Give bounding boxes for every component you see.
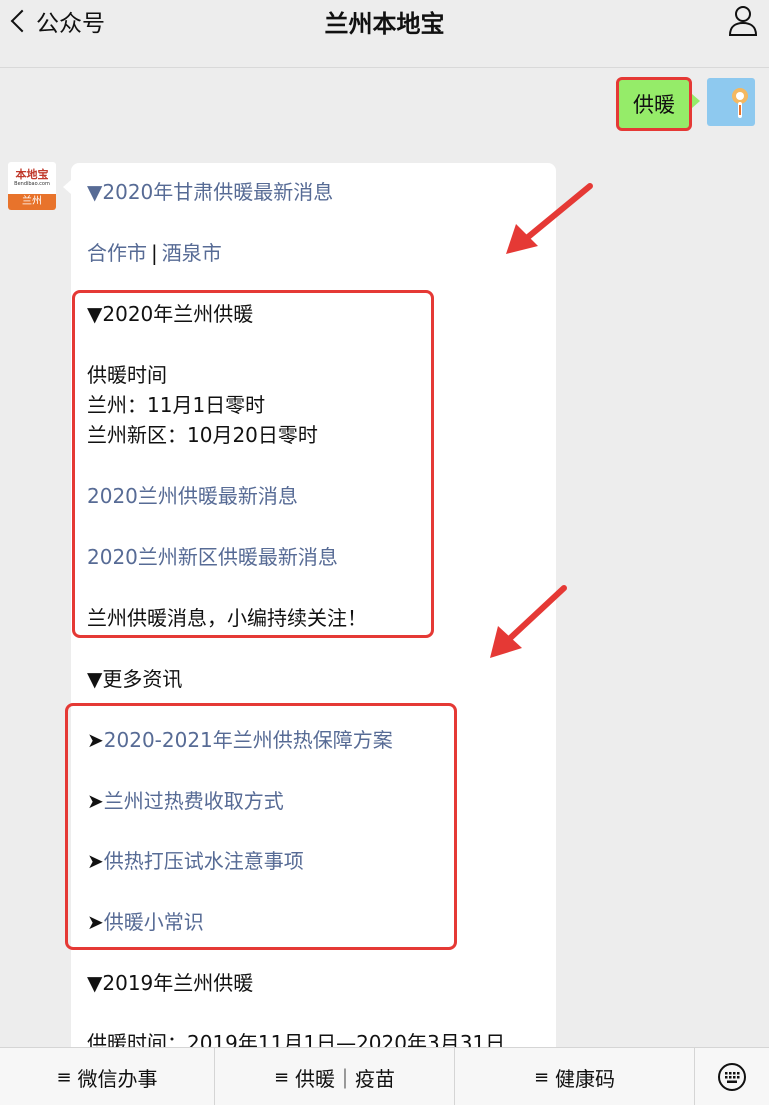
chat-header: 公众号 兰州本地宝 bbox=[0, 0, 769, 68]
page-title: 兰州本地宝 bbox=[324, 10, 445, 38]
person-icon[interactable] bbox=[725, 2, 761, 38]
user-avatar[interactable] bbox=[707, 78, 755, 126]
menu-list-icon: ≡ bbox=[533, 1066, 550, 1088]
bot-logo-city: 兰州 bbox=[8, 194, 56, 210]
menu-item-wechat-services[interactable]: ≡ 微信办事 bbox=[0, 1048, 215, 1105]
bot-logo: 本地宝 Bendibao.com bbox=[8, 162, 56, 194]
keyboard-icon bbox=[718, 1062, 746, 1091]
arrow-bullet-icon: ➤ bbox=[87, 789, 104, 813]
city-link-hezuo[interactable]: 合作市 bbox=[87, 241, 147, 265]
heating-time-label: 供暖时间 bbox=[87, 363, 167, 387]
more-link-3[interactable]: ➤供热打压试水注意事项 bbox=[87, 847, 304, 875]
user-message-bubble[interactable]: 供暖 bbox=[616, 77, 692, 131]
lanzhou-2019-heading: ▼2019年兰州供暖 bbox=[87, 971, 254, 995]
more-link-text[interactable]: 供热打压试水注意事项 bbox=[104, 849, 304, 873]
more-link-text[interactable]: 兰州过热费收取方式 bbox=[104, 789, 284, 813]
menu-item-label: 供暖｜疫苗 bbox=[295, 1066, 396, 1091]
lanzhou-heating-time: 兰州：11月1日零时 bbox=[87, 393, 266, 417]
bottom-menu-bar: ≡ 微信办事 ≡ 供暖｜疫苗 ≡ 健康码 bbox=[0, 1047, 769, 1105]
user-bubble-tail bbox=[692, 94, 700, 108]
more-link-text[interactable]: 2020-2021年兰州供热保障方案 bbox=[104, 728, 393, 752]
menu-item-label: 微信办事 bbox=[77, 1066, 158, 1091]
more-heading: ▼更多资讯 bbox=[87, 667, 183, 691]
more-link-2[interactable]: ➤兰州过热费收取方式 bbox=[87, 787, 284, 815]
arrow-bullet-icon: ➤ bbox=[87, 728, 104, 752]
more-link-4[interactable]: ➤供暖小常识 bbox=[87, 908, 204, 936]
follow-note: 兰州供暖消息，小编持续关注！ bbox=[87, 606, 367, 630]
more-link-1[interactable]: ➤2020-2021年兰州供热保障方案 bbox=[87, 726, 393, 754]
red-arrow-icon bbox=[490, 585, 567, 658]
lanzhou-news-link[interactable]: 2020兰州供暖最新消息 bbox=[87, 482, 298, 510]
city-link-jiuquan[interactable]: 酒泉市 bbox=[162, 241, 222, 265]
bot-bubble-tail bbox=[63, 180, 71, 194]
bot-avatar[interactable]: 本地宝 Bendibao.com 兰州 bbox=[8, 162, 56, 210]
menu-item-health-code[interactable]: ≡ 健康码 bbox=[455, 1048, 695, 1105]
newarea-heating-time: 兰州新区：10月20日零时 bbox=[87, 423, 318, 447]
menu-list-icon: ≡ bbox=[56, 1066, 72, 1088]
gansu-cities-line: 合作市 | 酒泉市 bbox=[87, 239, 222, 267]
keyboard-toggle-button[interactable] bbox=[695, 1048, 769, 1105]
gansu-heading-link[interactable]: ▼2020年甘肃供暖最新消息 bbox=[87, 178, 333, 206]
more-link-text[interactable]: 供暖小常识 bbox=[104, 910, 204, 934]
menu-item-heating-vaccine[interactable]: ≡ 供暖｜疫苗 bbox=[215, 1048, 455, 1105]
separator: | bbox=[151, 241, 158, 265]
newarea-news-link[interactable]: 2020兰州新区供暖最新消息 bbox=[87, 543, 338, 571]
lanzhou-2020-heading: ▼2020年兰州供暖 bbox=[87, 302, 254, 326]
menu-item-label: 健康码 bbox=[555, 1066, 616, 1091]
red-arrow-icon bbox=[506, 183, 593, 254]
user-avatar-image bbox=[732, 88, 748, 118]
bot-logo-subtext: Bendibao.com bbox=[14, 180, 50, 187]
menu-list-icon: ≡ bbox=[273, 1066, 290, 1088]
arrow-bullet-icon: ➤ bbox=[87, 910, 104, 934]
bot-logo-text: 本地宝 bbox=[15, 167, 49, 181]
arrow-bullet-icon: ➤ bbox=[87, 849, 104, 873]
